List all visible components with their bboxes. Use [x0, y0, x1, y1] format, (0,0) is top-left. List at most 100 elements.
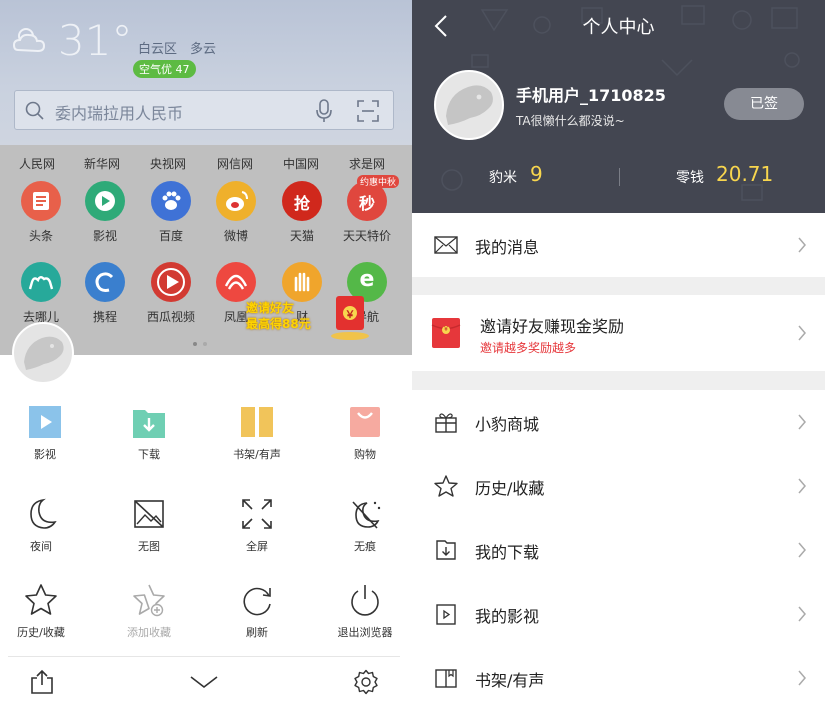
share-button[interactable] — [24, 664, 60, 700]
menu-shopping[interactable]: 购物 — [320, 404, 410, 462]
download-folder-icon — [133, 410, 165, 438]
chevron-right-icon — [798, 414, 806, 430]
play-tile-icon — [29, 406, 61, 438]
app-label: 天天特价 — [342, 229, 391, 243]
app-baidu[interactable]: 百度 — [141, 181, 201, 244]
app-label: 影视 — [92, 229, 117, 243]
ctrip-icon — [85, 262, 125, 302]
app-tmall[interactable]: 抢 天猫 — [272, 181, 332, 244]
menu-no-image[interactable]: 无图 — [104, 496, 194, 554]
envelope-icon — [434, 236, 458, 254]
app-weibo[interactable]: 微博 — [206, 181, 266, 244]
settings-button[interactable] — [348, 664, 384, 700]
app-xigua-video[interactable]: 西瓜视频 — [141, 262, 201, 325]
toutiao-icon — [21, 181, 61, 221]
star-icon — [25, 584, 57, 615]
chevron-right-icon — [798, 606, 806, 622]
section-gap — [412, 277, 825, 295]
row-xiaobao-mall[interactable]: 小豹商城 — [412, 390, 825, 454]
cloudy-weather-icon — [12, 28, 46, 53]
menu-label: 添加收藏 — [127, 626, 171, 639]
row-label: 我的下载 — [475, 543, 540, 562]
red-envelope-icon — [431, 318, 461, 348]
site-link-qiushiwang[interactable]: 求是网 — [349, 155, 385, 172]
shopping-bag-icon — [350, 407, 380, 437]
coins-label[interactable]: 豹米 — [489, 167, 517, 187]
username-text: 手机用户_1710825 — [516, 86, 666, 105]
video-icon — [436, 604, 456, 625]
share-icon — [31, 669, 53, 694]
app-tiantian-tejia[interactable]: 秒 天天特价 — [337, 181, 397, 244]
invite-promo-banner[interactable]: 邀请好友 最高得88元 — [246, 300, 311, 332]
menu-label: 书架/有声 — [233, 448, 281, 461]
menu-add-favorite[interactable]: 添加收藏 — [104, 582, 194, 640]
coins-value[interactable]: 9 — [530, 162, 543, 186]
site-link-xinhuawang[interactable]: 新华网 — [84, 155, 120, 172]
site-link-renminwang[interactable]: 人民网 — [19, 155, 55, 172]
chevron-right-icon — [798, 542, 806, 558]
menu-exit-browser[interactable]: 退出浏览器 — [320, 582, 410, 640]
signature-text: TA很懒什么都没说~ — [516, 114, 625, 128]
personal-center-panel: 个人中心 手机用户_1710825 TA很懒什么都没说~ 已签 豹米 9 零钱 … — [412, 0, 825, 711]
invite-subtitle: 邀请越多奖励越多 — [480, 341, 577, 355]
row-label: 我的消息 — [475, 238, 540, 257]
row-my-downloads[interactable]: 我的下载 — [412, 518, 825, 582]
menu-fullscreen[interactable]: 全屏 — [212, 496, 302, 554]
row-invite-friends[interactable]: ￥ 邀请好友赚现金奖励 邀请越多奖励越多 — [412, 295, 825, 371]
menu-refresh[interactable]: 刷新 — [212, 582, 302, 640]
add-favorite-icon — [133, 584, 165, 617]
row-history-favorites[interactable]: 历史/收藏 — [412, 454, 825, 518]
app-yingshi[interactable]: 影视 — [75, 181, 135, 244]
menu-video[interactable]: 影视 — [0, 404, 90, 462]
menu-download[interactable]: 下载 — [104, 404, 194, 462]
row-my-messages[interactable]: 我的消息 — [412, 213, 825, 277]
chevron-down-icon — [190, 676, 218, 689]
promo-line1: 邀请好友 — [246, 301, 295, 315]
gift-icon — [435, 413, 457, 433]
promo-badge: 约惠中秋 — [357, 175, 400, 188]
microphone-icon[interactable] — [315, 99, 333, 123]
menu-label: 影视 — [34, 448, 56, 461]
user-avatar[interactable] — [12, 322, 74, 384]
app-qunar[interactable]: 去哪儿 — [11, 262, 71, 325]
menu-incognito[interactable]: 无痕 — [320, 496, 410, 554]
menu-history-favorites[interactable]: 历史/收藏 — [0, 582, 86, 640]
change-label[interactable]: 零钱 — [676, 167, 704, 187]
page-indicator-dot — [203, 342, 207, 346]
refresh-icon — [243, 587, 271, 616]
row-bookshelf[interactable]: 书架/有声 — [412, 646, 825, 710]
chevron-right-icon — [798, 478, 806, 494]
app-label: 天猫 — [289, 229, 314, 243]
site-link-yangshiwang[interactable]: 央视网 — [150, 155, 186, 172]
red-envelope-icon: ￥ — [330, 292, 372, 342]
search-bar[interactable]: 委内瑞拉用人民币 — [14, 90, 394, 130]
star-icon — [434, 475, 458, 497]
change-value[interactable]: 20.71 — [716, 162, 773, 186]
menu-label: 全屏 — [246, 540, 268, 553]
stats-divider — [619, 168, 620, 186]
temperature-text: 31° — [58, 16, 133, 65]
row-my-videos[interactable]: 我的影视 — [412, 582, 825, 646]
checkin-button[interactable]: 已签 — [724, 88, 804, 120]
menu-night-mode[interactable]: 夜间 — [0, 496, 86, 554]
watermelon-play-icon — [151, 262, 191, 302]
menu-label: 夜间 — [30, 540, 52, 553]
app-toutiao[interactable]: 头条 — [11, 181, 71, 244]
scan-qr-icon[interactable] — [357, 100, 379, 122]
search-input[interactable]: 委内瑞拉用人民币 — [55, 100, 183, 124]
row-label: 我的影视 — [475, 607, 540, 626]
incognito-icon — [352, 501, 381, 529]
collapse-menu-button[interactable] — [186, 664, 222, 700]
site-link-zhongguowang[interactable]: 中国网 — [283, 155, 319, 172]
site-link-wangxinwang[interactable]: 网信网 — [217, 155, 253, 172]
baidu-paw-icon — [151, 181, 191, 221]
app-label: 百度 — [158, 229, 183, 243]
fullscreen-icon — [242, 499, 272, 529]
page-title: 个人中心 — [582, 17, 655, 38]
app-ctrip[interactable]: 携程 — [75, 262, 135, 325]
play-circle-icon — [85, 181, 125, 221]
invite-title: 邀请好友赚现金奖励 — [480, 317, 625, 336]
profile-avatar[interactable] — [434, 70, 504, 140]
power-icon — [351, 585, 379, 616]
menu-bookshelf[interactable]: 书架/有声 — [212, 404, 302, 462]
